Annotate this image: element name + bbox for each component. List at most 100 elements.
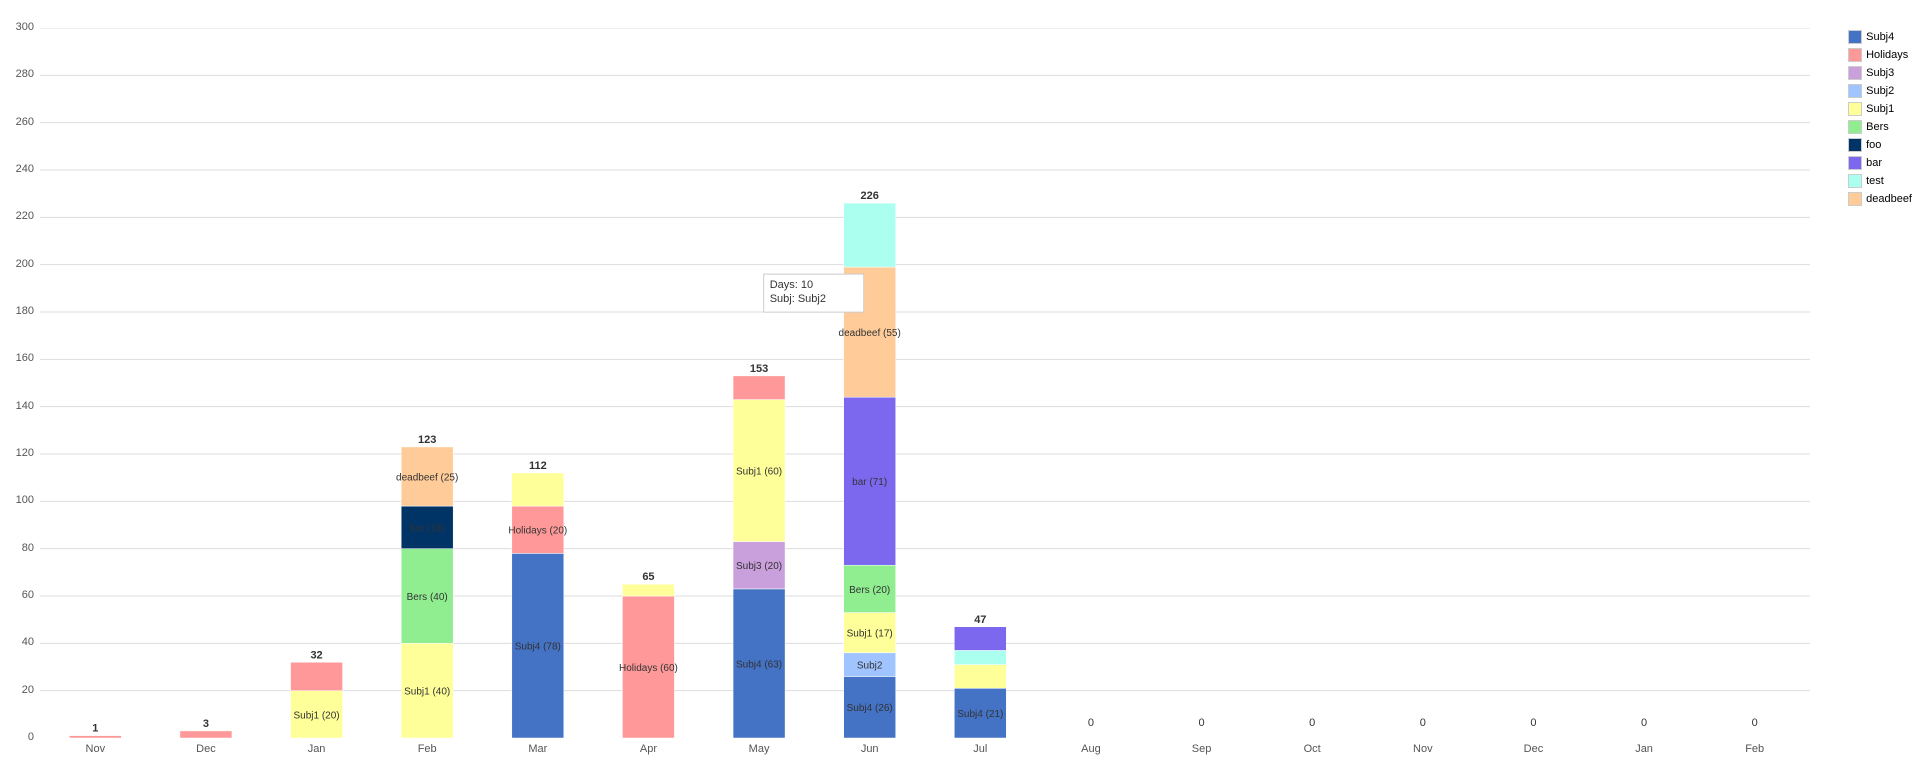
svg-text:0: 0 (1530, 717, 1536, 729)
x-axis-label: Jul (925, 743, 1036, 755)
legend-item: Subj2 (1848, 84, 1912, 98)
x-axis-label: Jan (1589, 743, 1700, 755)
svg-text:Subj1 (17): Subj1 (17) (847, 629, 893, 640)
svg-text:Holidays (60): Holidays (60) (619, 663, 678, 674)
legend-swatch (1848, 48, 1862, 62)
x-axis-label: Apr (593, 743, 704, 755)
x-axis-label: May (704, 743, 815, 755)
x-axis-label: Feb (372, 743, 483, 755)
x-axis-label: Oct (1257, 743, 1368, 755)
legend-swatch (1848, 156, 1862, 170)
y-axis-label: 140 (16, 400, 34, 412)
svg-text:Holidays (20): Holidays (20) (508, 526, 567, 537)
svg-text:Bers (20): Bers (20) (849, 585, 890, 596)
y-axis-label: 300 (16, 21, 34, 33)
y-axis-label: 200 (16, 258, 34, 270)
svg-text:47: 47 (974, 614, 986, 626)
legend-label: Holidays (1866, 49, 1908, 61)
legend-label: Subj2 (1866, 85, 1894, 97)
svg-text:153: 153 (750, 363, 768, 375)
svg-text:deadbeef (55): deadbeef (55) (839, 328, 901, 339)
svg-text:Days: 10: Days: 10 (770, 279, 813, 291)
svg-text:Subj1 (60): Subj1 (60) (736, 467, 782, 478)
svg-text:Subj1 (20): Subj1 (20) (293, 710, 339, 721)
svg-text:Subj1 (40): Subj1 (40) (404, 687, 450, 698)
legend-item: bar (1848, 156, 1912, 170)
legend-item: Bers (1848, 120, 1912, 134)
y-axis-label: 120 (16, 447, 34, 459)
legend-item: Subj3 (1848, 66, 1912, 80)
svg-text:1: 1 (92, 723, 98, 735)
svg-text:32: 32 (310, 649, 322, 661)
svg-text:226: 226 (861, 190, 879, 202)
y-axis-label: 0 (28, 731, 34, 743)
y-axis-label: 60 (22, 589, 34, 601)
svg-text:0: 0 (1641, 717, 1647, 729)
svg-text:Bers (40): Bers (40) (407, 592, 448, 603)
x-axis-label: Dec (151, 743, 262, 755)
legend-item: Holidays (1848, 48, 1912, 62)
legend-label: deadbeef (1866, 193, 1912, 205)
y-axis-label: 40 (22, 636, 34, 648)
legend-label: bar (1866, 157, 1882, 169)
svg-text:0: 0 (1420, 717, 1426, 729)
legend-item: Subj4 (1848, 30, 1912, 44)
legend-swatch (1848, 138, 1862, 152)
x-axis-label: Mar (483, 743, 594, 755)
y-axis-label: 280 (16, 68, 34, 80)
legend-swatch (1848, 174, 1862, 188)
y-axis-label: 180 (16, 305, 34, 317)
x-axis-label: Jun (814, 743, 925, 755)
y-axis-label: 240 (16, 163, 34, 175)
legend-label: test (1866, 175, 1884, 187)
svg-text:3: 3 (203, 718, 209, 730)
chart-legend: Subj4 Holidays Subj3 Subj2 Subj1 Bers foo bar te… (1848, 30, 1912, 206)
legend-label: Bers (1866, 121, 1889, 133)
legend-item: foo (1848, 138, 1912, 152)
svg-text:0: 0 (1199, 717, 1205, 729)
chart-plot-area: 1 3 32 Subj1 (20) 123 Subj1 (40) Bers (40) foo … (40, 28, 1810, 738)
legend-swatch (1848, 66, 1862, 80)
y-axis-label: 80 (22, 542, 34, 554)
legend-label: Subj1 (1866, 103, 1894, 115)
svg-text:123: 123 (418, 434, 436, 446)
x-axis-label: Aug (1036, 743, 1147, 755)
legend-item: test (1848, 174, 1912, 188)
y-axis-label: 20 (22, 684, 34, 696)
svg-text:65: 65 (642, 571, 654, 583)
svg-text:0: 0 (1088, 717, 1094, 729)
svg-text:Subj4 (63): Subj4 (63) (736, 659, 782, 670)
legend-item: deadbeef (1848, 192, 1912, 206)
x-axis: NovDecJanFebMarAprMayJunJulAugSepOctNovD… (40, 743, 1810, 755)
svg-text:Subj4 (78): Subj4 (78) (515, 642, 561, 653)
legend-label: Subj3 (1866, 67, 1894, 79)
svg-text:deadbeef (25): deadbeef (25) (396, 472, 458, 483)
legend-swatch (1848, 120, 1862, 134)
svg-text:Subj3 (20): Subj3 (20) (736, 561, 782, 572)
x-axis-label: Nov (1368, 743, 1479, 755)
y-axis-label: 220 (16, 210, 34, 222)
svg-text:bar (71): bar (71) (852, 477, 887, 488)
y-axis-label: 260 (16, 116, 34, 128)
x-axis-label: Nov (40, 743, 151, 755)
y-axis-label: 160 (16, 352, 34, 364)
legend-swatch (1848, 102, 1862, 116)
legend-swatch (1848, 84, 1862, 98)
svg-text:0: 0 (1752, 717, 1758, 729)
svg-text:112: 112 (529, 460, 547, 472)
x-axis-label: Jan (261, 743, 372, 755)
legend-swatch (1848, 30, 1862, 44)
y-axis: 3002802602402202001801601401201008060402… (0, 28, 38, 738)
y-axis-label: 100 (16, 494, 34, 506)
legend-label: foo (1866, 139, 1881, 151)
x-axis-label: Sep (1146, 743, 1257, 755)
svg-text:Subj4 (21): Subj4 (21) (957, 709, 1003, 720)
svg-text:Subj: Subj2: Subj: Subj2 (770, 293, 826, 305)
svg-text:0: 0 (1309, 717, 1315, 729)
x-axis-label: Feb (1699, 743, 1810, 755)
svg-text:Subj4 (26): Subj4 (26) (847, 703, 893, 714)
chart-title (0, 0, 1920, 12)
svg-text:foo (18): foo (18) (410, 523, 444, 534)
legend-swatch (1848, 192, 1862, 206)
chart-container: 1 3 32 Subj1 (20) 123 Subj1 (40) Bers (40) foo … (0, 0, 1920, 783)
